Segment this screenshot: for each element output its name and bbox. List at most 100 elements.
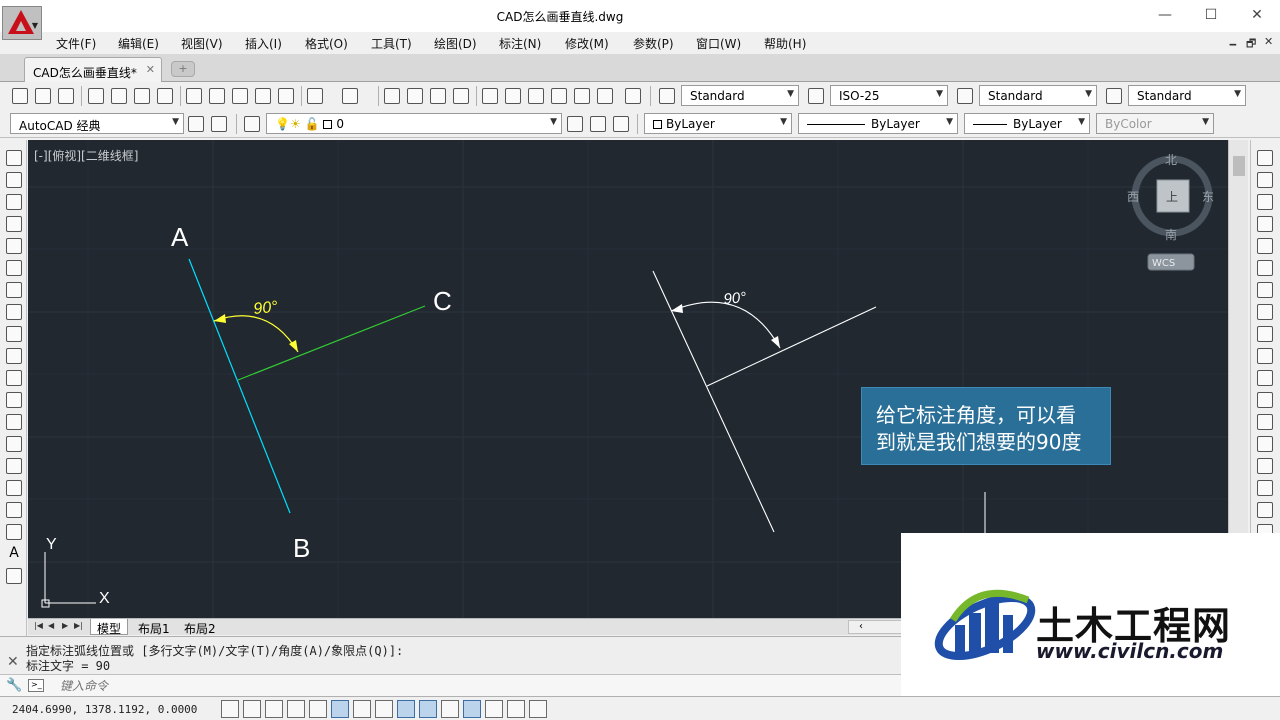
table-style-select[interactable]: Standard ▼ <box>979 85 1097 106</box>
tab-document[interactable]: CAD怎么画垂直线* ✕ <box>24 57 162 82</box>
copy-object-icon[interactable] <box>1257 172 1273 188</box>
viewcube-south[interactable]: 南 <box>1165 227 1177 242</box>
tool-palettes-icon[interactable] <box>528 88 544 104</box>
multileader-style-icon[interactable] <box>1106 88 1122 104</box>
mirror-icon[interactable] <box>1257 194 1273 210</box>
selection-cycling-icon[interactable] <box>507 700 525 718</box>
viewcube-west[interactable]: 西 <box>1127 190 1139 204</box>
multileader-style-select[interactable]: Standard ▼ <box>1128 85 1246 106</box>
menu-view[interactable]: 视图(V) <box>181 35 223 52</box>
sheet-set-icon[interactable] <box>551 88 567 104</box>
zoom-window-icon[interactable] <box>430 88 446 104</box>
insert-block-icon[interactable] <box>6 392 22 408</box>
polyline-icon[interactable] <box>6 194 22 210</box>
application-menu-button[interactable]: ▼ <box>2 6 42 40</box>
text-style-select[interactable]: Standard ▼ <box>681 85 799 106</box>
cut-icon[interactable] <box>186 88 202 104</box>
add-selected-icon[interactable] <box>6 568 22 584</box>
plot-preview-icon[interactable] <box>111 88 127 104</box>
menu-dimension[interactable]: 标注(N) <box>499 35 541 52</box>
new-icon[interactable] <box>12 88 28 104</box>
block-editor-icon[interactable] <box>278 88 294 104</box>
extend-icon[interactable] <box>1257 370 1273 386</box>
layer-previous-icon[interactable] <box>590 116 606 132</box>
construction-line-icon[interactable] <box>6 172 22 188</box>
design-center-icon[interactable] <box>505 88 521 104</box>
revision-cloud-icon[interactable] <box>6 304 22 320</box>
doc-close-button[interactable]: ✕ <box>1264 35 1273 48</box>
dynamic-ucs-icon[interactable] <box>397 700 415 718</box>
layer-properties-icon[interactable] <box>244 116 260 132</box>
viewcube[interactable]: 上 北 南 东 西 WCS <box>1127 153 1214 271</box>
tab-layout2[interactable]: 布局2 <box>178 619 222 636</box>
join-icon[interactable] <box>1257 436 1273 452</box>
open-icon[interactable] <box>35 88 51 104</box>
break-at-point-icon[interactable] <box>1257 392 1273 408</box>
prev-layout-icon[interactable]: ◀ <box>48 621 58 633</box>
move-icon[interactable] <box>1257 260 1273 276</box>
publish-icon[interactable] <box>134 88 150 104</box>
command-prompt-icon[interactable]: >_ <box>28 679 44 692</box>
menu-draw[interactable]: 绘图(D) <box>434 35 477 52</box>
help-icon[interactable] <box>625 88 641 104</box>
make-block-icon[interactable] <box>6 414 22 430</box>
quick-properties-icon[interactable] <box>485 700 503 718</box>
copy-icon[interactable] <box>209 88 225 104</box>
layer-states-icon[interactable] <box>613 116 629 132</box>
dynamic-input-icon[interactable] <box>419 700 437 718</box>
zoom-previous-icon[interactable] <box>453 88 469 104</box>
grid-display-icon[interactable] <box>265 700 283 718</box>
angle-dimension-arc-left[interactable] <box>213 315 299 353</box>
menu-help[interactable]: 帮助(H) <box>764 35 806 52</box>
viewport-controls[interactable]: [-][俯视][二维线框] <box>34 147 138 164</box>
array-icon[interactable] <box>1257 238 1273 254</box>
blend-curves-icon[interactable] <box>1257 502 1273 518</box>
polar-tracking-icon[interactable] <box>309 700 327 718</box>
ortho-mode-icon[interactable] <box>287 700 305 718</box>
match-properties-icon[interactable] <box>255 88 271 104</box>
viewcube-north[interactable]: 北 <box>1165 153 1177 167</box>
workspace-select[interactable]: AutoCAD 经典 ▼ <box>10 113 184 134</box>
point-icon[interactable] <box>6 436 22 452</box>
tab-layout1[interactable]: 布局1 <box>132 619 176 636</box>
dimension-style-select[interactable]: ISO-25 ▼ <box>830 85 948 106</box>
line-ab[interactable] <box>188 258 291 514</box>
properties-icon[interactable] <box>482 88 498 104</box>
dimension-style-icon[interactable] <box>808 88 824 104</box>
break-icon[interactable] <box>1257 414 1273 430</box>
3d-print-icon[interactable] <box>157 88 173 104</box>
multiline-text-icon[interactable]: A <box>6 546 22 562</box>
pan-icon[interactable] <box>384 88 400 104</box>
gradient-icon[interactable] <box>6 480 22 496</box>
menu-tools[interactable]: 工具(T) <box>371 35 412 52</box>
next-layout-icon[interactable]: ▶ <box>62 621 72 633</box>
polygon-icon[interactable] <box>6 216 22 232</box>
calculator-icon[interactable] <box>597 88 613 104</box>
minimize-button[interactable]: — <box>1142 4 1188 26</box>
table-style-icon[interactable] <box>957 88 973 104</box>
paste-icon[interactable] <box>232 88 248 104</box>
rectangle-icon[interactable] <box>6 238 22 254</box>
close-button[interactable]: ✕ <box>1234 4 1280 26</box>
3d-object-snap-icon[interactable] <box>353 700 371 718</box>
scrollbar-thumb[interactable] <box>1233 156 1245 176</box>
line-c[interactable] <box>237 305 426 381</box>
arc-icon[interactable] <box>6 260 22 276</box>
spline-icon[interactable] <box>6 326 22 342</box>
hatch-icon[interactable] <box>6 458 22 474</box>
lineweight-select[interactable]: ByLayer ▼ <box>964 113 1090 134</box>
trim-icon[interactable] <box>1257 348 1273 364</box>
menu-format[interactable]: 格式(O) <box>305 35 348 52</box>
first-layout-icon[interactable]: |◀ <box>34 621 44 633</box>
plot-style-select[interactable]: ByColor ▼ <box>1096 113 1214 134</box>
menu-parameters[interactable]: 参数(P) <box>633 35 674 52</box>
maximize-button[interactable]: ☐ <box>1188 4 1234 26</box>
rotate-icon[interactable] <box>1257 282 1273 298</box>
redo-icon[interactable] <box>342 88 358 104</box>
ellipse-icon[interactable] <box>6 348 22 364</box>
scale-icon[interactable] <box>1257 304 1273 320</box>
undo-icon[interactable] <box>307 88 323 104</box>
object-snap-tracking-icon[interactable] <box>375 700 393 718</box>
zoom-realtime-icon[interactable] <box>407 88 423 104</box>
text-style-icon[interactable] <box>659 88 675 104</box>
